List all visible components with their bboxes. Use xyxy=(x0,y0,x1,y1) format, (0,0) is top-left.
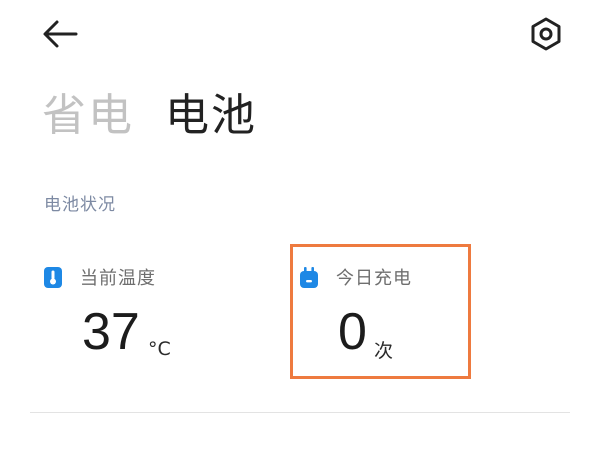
temperature-unit: °C xyxy=(148,338,171,360)
charges-today-label: 今日充电 xyxy=(336,268,412,289)
section-title: 电池状况 xyxy=(44,195,116,215)
back-button[interactable] xyxy=(40,16,80,52)
temperature-value: 37 xyxy=(82,303,140,361)
arrow-left-icon xyxy=(43,20,78,48)
divider xyxy=(30,412,570,413)
charges-today-value: 0 xyxy=(338,303,367,361)
charger-plug-icon xyxy=(300,267,318,288)
temperature-card: 当前温度 37 °C xyxy=(44,262,244,372)
charges-today-card: 今日充电 0 次 xyxy=(300,262,500,372)
charges-today-unit: 次 xyxy=(374,340,394,362)
tab-battery[interactable]: 电池 xyxy=(165,86,257,146)
thermometer-icon xyxy=(44,267,62,288)
hexagon-gear-icon xyxy=(531,17,561,51)
temperature-label: 当前温度 xyxy=(80,268,156,289)
settings-button[interactable] xyxy=(526,14,566,54)
tab-power-saving[interactable]: 省电 xyxy=(42,86,134,146)
